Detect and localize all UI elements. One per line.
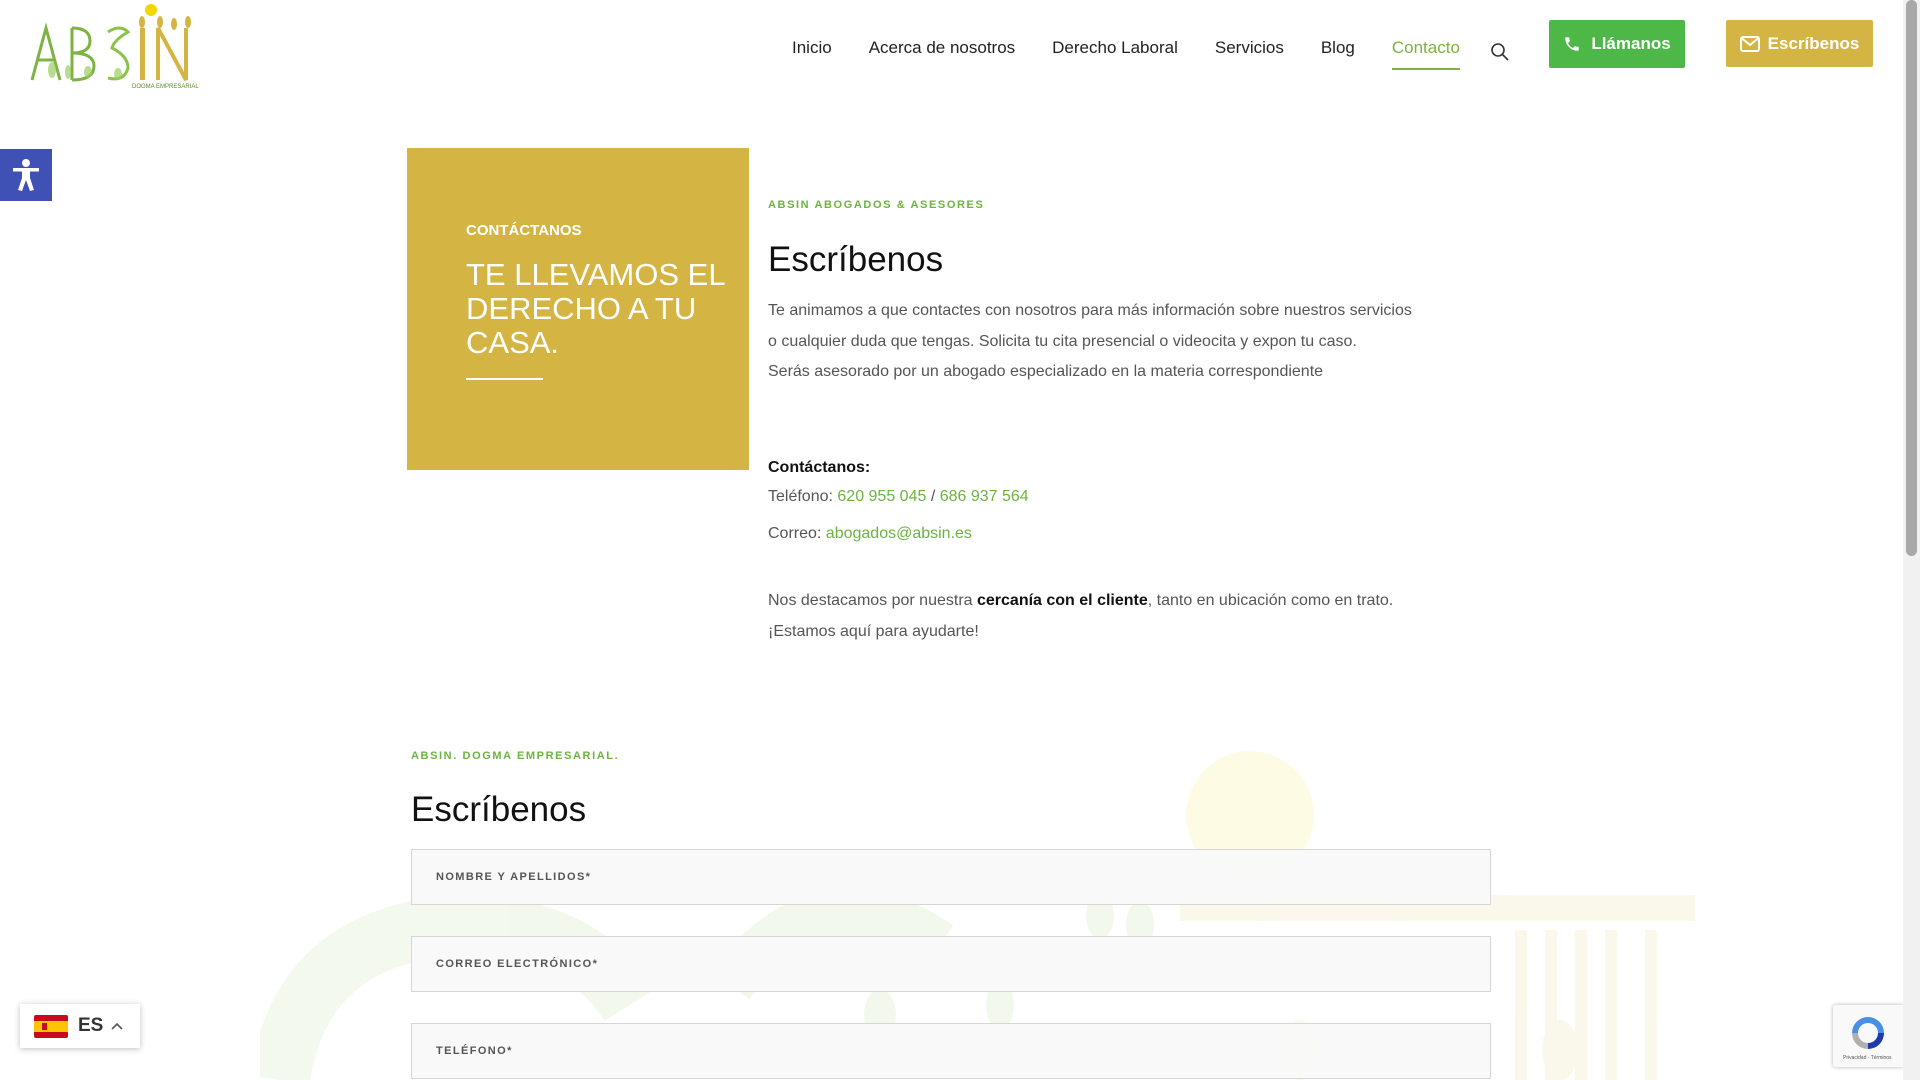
closing-text: Nos destacamos por nuestra cercanía con …	[768, 585, 1428, 647]
form-heading: Escríbenos	[411, 790, 587, 829]
logo-tagline: DOGMA EMPRESARIAL	[132, 84, 199, 90]
chevron-up-icon	[111, 1022, 123, 1030]
search-icon[interactable]	[1490, 42, 1510, 62]
scrollbar-thumb[interactable]	[1906, 0, 1917, 556]
hero-divider	[466, 378, 543, 380]
recaptcha-text[interactable]: Privacidad - Términos	[1843, 1055, 1892, 1061]
call-button-label: Llámanos	[1591, 34, 1671, 53]
accessibility-button[interactable]	[0, 149, 52, 201]
nav-servicios[interactable]: Servicios	[1215, 38, 1284, 74]
closing-bold: cercanía con el cliente	[977, 592, 1148, 609]
section-label: ABSIN ABOGADOS & ASESORES	[768, 199, 985, 211]
main-nav: Inicio Acerca de nosotros Derecho Labora…	[792, 38, 1497, 74]
intro-paragraph-1: Te animamos a que contactes con nosotros…	[768, 302, 1412, 350]
language-switcher[interactable]: ES	[20, 1004, 140, 1048]
nav-acerca[interactable]: Acerca de nosotros	[869, 38, 1015, 74]
site-header: DOGMA EMPRESARIAL Inicio Acerca de nosot…	[0, 0, 1903, 104]
closing-pre: Nos destacamos por nuestra	[768, 592, 977, 609]
closing-post: , tanto en ubicación como en trato.	[1147, 592, 1394, 609]
contact-heading: Escríbenos	[768, 240, 944, 279]
write-button[interactable]: Escríbenos	[1726, 20, 1873, 67]
hero-title: TE LLEVAMOS EL DERECHO A TU CASA.	[466, 257, 725, 360]
email-line: Correo: abogados@absin.es	[768, 525, 972, 543]
email-link[interactable]: abogados@absin.es	[826, 525, 972, 542]
recaptcha-badge[interactable]: Privacidad - Términos	[1833, 1005, 1903, 1067]
recaptcha-icon	[1852, 1017, 1884, 1049]
call-button[interactable]: Llámanos	[1549, 20, 1685, 68]
phone-link-1[interactable]: 620 955 045	[837, 488, 926, 505]
accessibility-icon	[13, 159, 39, 191]
phone-field[interactable]: TELÉFONO*	[411, 1023, 1491, 1079]
nav-derecho-laboral[interactable]: Derecho Laboral	[1052, 38, 1178, 74]
name-placeholder: NOMBRE Y APELLIDOS*	[436, 871, 592, 883]
intro-paragraph-2: Serás asesorado por un abogado especiali…	[768, 363, 1324, 380]
name-field[interactable]: NOMBRE Y APELLIDOS*	[411, 849, 1491, 905]
hero-banner: CONTÁCTANOS TE LLEVAMOS EL DERECHO A TU …	[407, 148, 749, 470]
hero-eyebrow: CONTÁCTANOS	[466, 222, 582, 239]
phone-link-2[interactable]: 686 937 564	[940, 488, 1029, 505]
nav-inicio[interactable]: Inicio	[792, 38, 832, 74]
phone-placeholder: TELÉFONO*	[436, 1045, 513, 1057]
phone-icon	[1565, 37, 1580, 51]
write-button-label: Escríbenos	[1767, 33, 1860, 53]
absin-logo[interactable]: DOGMA EMPRESARIAL	[28, 0, 208, 90]
language-code: ES	[78, 1015, 104, 1036]
nav-blog[interactable]: Blog	[1321, 38, 1355, 74]
contact-subheading: Contáctanos:	[768, 459, 871, 476]
email-placeholder: CORREO ELECTRÓNICO*	[436, 958, 599, 970]
email-field[interactable]: CORREO ELECTRÓNICO*	[411, 936, 1491, 992]
spain-flag-icon	[34, 1014, 68, 1038]
phone-line: Teléfono: 620 955 045 / 686 937 564	[768, 488, 1029, 506]
nav-contacto[interactable]: Contacto	[1391, 38, 1460, 74]
envelope-icon	[1739, 35, 1760, 52]
email-label: Correo:	[768, 525, 826, 542]
phone-label: Teléfono:	[768, 488, 838, 505]
phone-separator: /	[926, 488, 940, 505]
contact-intro: Te animamos a que contactes con nosotros…	[768, 296, 1418, 388]
form-section-label: ABSIN. DOGMA EMPRESARIAL.	[411, 750, 620, 762]
closing-line-2: ¡Estamos aquí para ayudarte!	[768, 623, 979, 640]
